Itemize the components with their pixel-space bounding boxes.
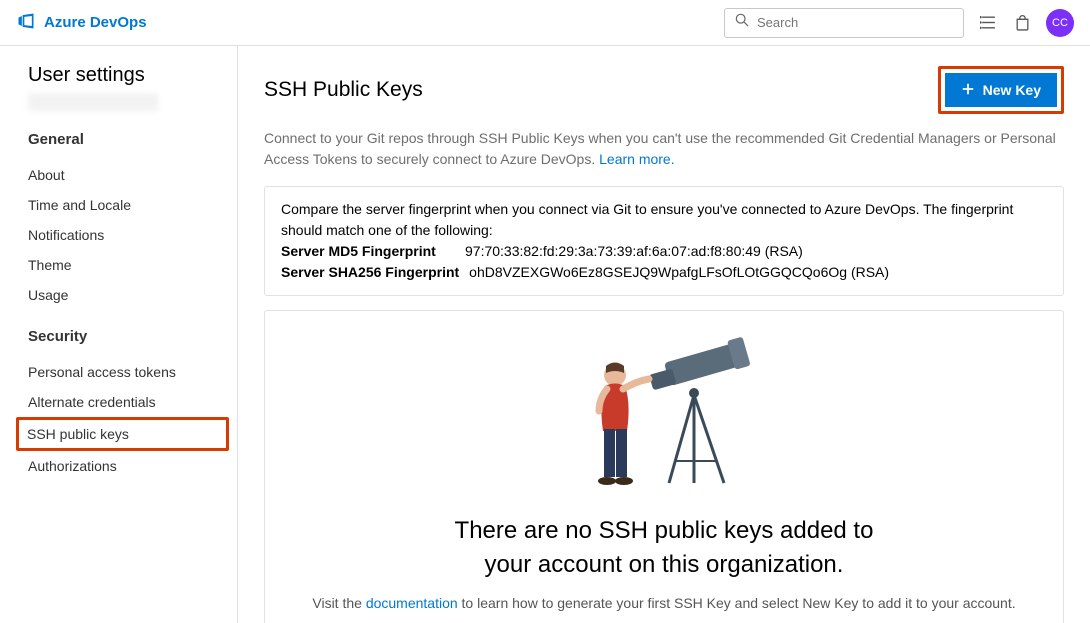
user-avatar[interactable]: CC bbox=[1046, 9, 1074, 37]
fingerprint-box: Compare the server fingerprint when you … bbox=[264, 186, 1064, 296]
plus-icon bbox=[961, 82, 975, 99]
sha256-label: Server SHA256 Fingerprint bbox=[281, 262, 459, 283]
sidebar-section-general: General bbox=[28, 131, 237, 148]
brand-text: Azure DevOps bbox=[44, 14, 147, 31]
search-icon bbox=[735, 13, 749, 32]
empty-state: There are no SSH public keys added toyou… bbox=[264, 310, 1064, 623]
list-view-icon[interactable] bbox=[978, 13, 998, 33]
sidebar: User settings General About Time and Loc… bbox=[0, 46, 238, 623]
sidebar-item-pat[interactable]: Personal access tokens bbox=[28, 357, 237, 387]
new-key-button[interactable]: New Key bbox=[945, 73, 1057, 107]
sidebar-item-about[interactable]: About bbox=[28, 160, 237, 190]
sha256-value: ohD8VZEXGWo6Ez8GSEJQ9WpafgLFsOfLOtGGQCQo… bbox=[469, 262, 889, 283]
documentation-link[interactable]: documentation bbox=[366, 595, 458, 611]
user-name-redacted bbox=[28, 93, 158, 111]
brand[interactable]: Azure DevOps bbox=[16, 11, 147, 35]
new-key-highlight: New Key bbox=[938, 66, 1064, 114]
topbar-right: CC bbox=[724, 8, 1074, 38]
shopping-bag-icon[interactable] bbox=[1012, 13, 1032, 33]
learn-more-link[interactable]: Learn more. bbox=[599, 151, 674, 167]
topbar: Azure DevOps CC bbox=[0, 0, 1090, 46]
sidebar-item-authorizations[interactable]: Authorizations bbox=[28, 451, 237, 481]
fingerprint-intro: Compare the server fingerprint when you … bbox=[281, 199, 1047, 241]
sidebar-item-usage[interactable]: Usage bbox=[28, 280, 237, 310]
empty-title: There are no SSH public keys added toyou… bbox=[305, 514, 1023, 581]
page-title: SSH Public Keys bbox=[264, 78, 423, 102]
new-key-label: New Key bbox=[983, 82, 1041, 98]
md5-label: Server MD5 Fingerprint bbox=[281, 241, 455, 262]
sidebar-title: User settings bbox=[28, 64, 237, 87]
sidebar-item-ssh-highlight: SSH public keys bbox=[16, 417, 229, 451]
sidebar-section-security: Security bbox=[28, 328, 237, 345]
page-subtitle: Connect to your Git repos through SSH Pu… bbox=[264, 128, 1064, 170]
sidebar-item-time-locale[interactable]: Time and Locale bbox=[28, 190, 237, 220]
main-content: SSH Public Keys New Key Connect to your … bbox=[238, 46, 1090, 623]
telescope-illustration-icon bbox=[569, 333, 759, 498]
empty-subtitle: Visit the documentation to learn how to … bbox=[305, 593, 1023, 614]
sidebar-item-notifications[interactable]: Notifications bbox=[28, 220, 237, 250]
sidebar-item-alternate-credentials[interactable]: Alternate credentials bbox=[28, 387, 237, 417]
sidebar-item-theme[interactable]: Theme bbox=[28, 250, 237, 280]
search-box[interactable] bbox=[724, 8, 964, 38]
md5-value: 97:70:33:82:fd:29:3a:73:39:af:6a:07:ad:f… bbox=[465, 241, 803, 262]
sidebar-item-ssh-public-keys[interactable]: SSH public keys bbox=[27, 426, 218, 442]
search-input[interactable] bbox=[757, 15, 953, 30]
azure-devops-logo-icon bbox=[16, 11, 36, 35]
